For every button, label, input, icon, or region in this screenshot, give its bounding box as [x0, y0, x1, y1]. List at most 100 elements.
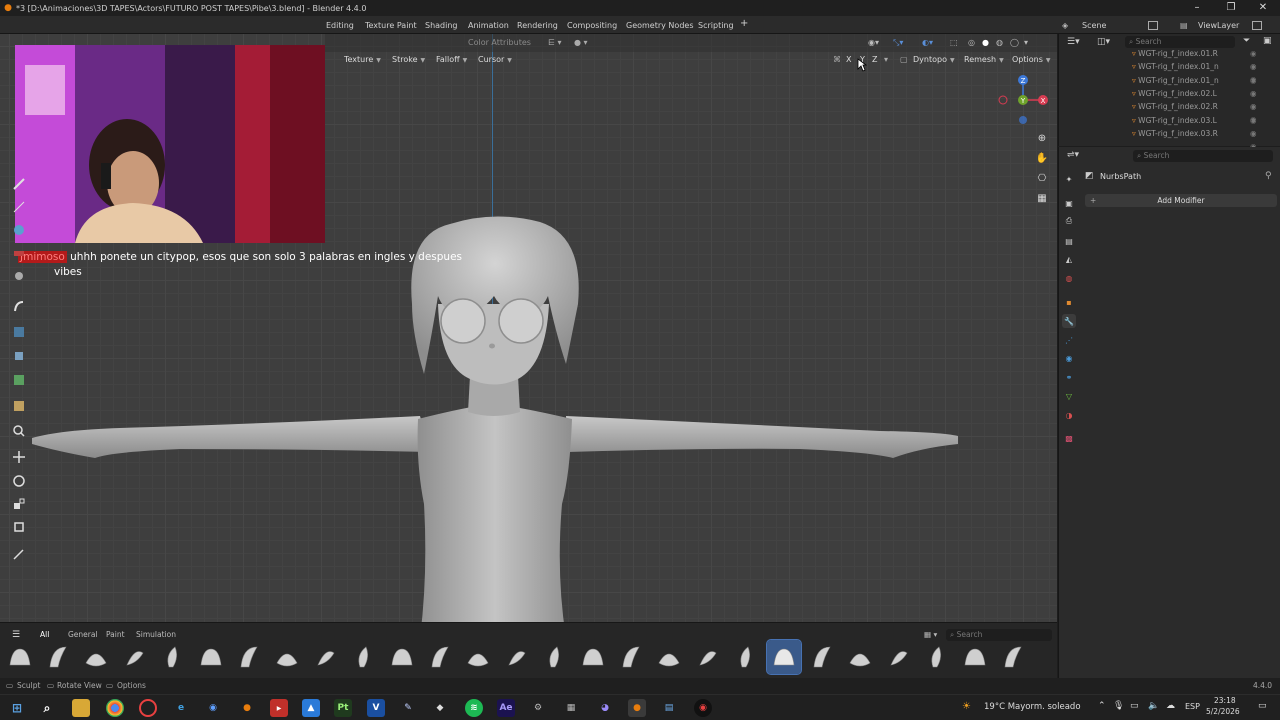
tool-draw-icon[interactable]: [8, 174, 30, 194]
brush-thumbnail[interactable]: [232, 640, 266, 674]
file-explorer-icon[interactable]: [72, 699, 90, 717]
prop-tab-physics-icon[interactable]: ◉: [1062, 351, 1076, 365]
prop-tab-world-icon[interactable]: ◍: [1062, 271, 1076, 285]
new-viewlayer-icon[interactable]: [1252, 21, 1262, 30]
brush-thumbnail[interactable]: [805, 640, 839, 674]
tab-editing[interactable]: Editing: [326, 19, 354, 32]
brush-thumbnail[interactable]: [538, 640, 572, 674]
outliner-display-mode-icon[interactable]: ◫▾: [1097, 37, 1110, 47]
brush-thumbnail[interactable]: [385, 640, 419, 674]
brush-thumbnail[interactable]: [766, 639, 802, 675]
tool-clay-icon[interactable]: [8, 220, 30, 240]
steam-icon[interactable]: ⚙: [529, 699, 547, 717]
close-button[interactable]: ✕: [1246, 0, 1280, 16]
add-modifier-button[interactable]: + Add Modifier: [1085, 194, 1277, 207]
onedrive-icon[interactable]: ☁: [1166, 701, 1175, 711]
tool-transform-icon[interactable]: [8, 517, 30, 537]
prop-tab-material-icon[interactable]: ◑: [1062, 408, 1076, 422]
outliner-editor-type-icon[interactable]: ☰▾: [1067, 37, 1080, 47]
tab-geometry-nodes[interactable]: Geometry Nodes: [626, 19, 693, 32]
clock-time[interactable]: 23:18: [1214, 696, 1236, 705]
chrome-icon[interactable]: [106, 699, 124, 717]
language-indicator[interactable]: ESP: [1185, 702, 1200, 711]
tool-inflate-icon[interactable]: [8, 266, 30, 286]
tool-search-icon[interactable]: [8, 421, 30, 441]
brush-thumbnail[interactable]: [614, 640, 648, 674]
brush-thumbnail[interactable]: [270, 640, 304, 674]
zoom-icon[interactable]: ⊕: [1034, 130, 1050, 146]
tool-draw-sharp-icon[interactable]: [8, 197, 30, 217]
brush-thumbnail[interactable]: [347, 640, 381, 674]
prop-tab-view-layer-icon[interactable]: ▤: [1062, 234, 1076, 248]
prop-tab-particles-icon[interactable]: ⋰: [1062, 333, 1076, 347]
brush-thumbnail[interactable]: [41, 640, 75, 674]
ortho-grid-icon[interactable]: ▦: [1034, 190, 1050, 206]
brush-thumbnail[interactable]: [309, 640, 343, 674]
vegas-icon[interactable]: V: [367, 699, 385, 717]
outliner-filter-icon[interactable]: ⏷: [1243, 36, 1250, 46]
brush-thumbnail[interactable]: [882, 640, 916, 674]
outliner-row[interactable]: ▿ WGT-rig_f_index.01_n ◉ ◉: [1132, 60, 1257, 84]
viewlayer-selector[interactable]: ViewLayer: [1198, 19, 1239, 32]
prop-tab-tool-icon[interactable]: ✦: [1062, 172, 1076, 186]
brush-thumbnail[interactable]: [423, 640, 457, 674]
tool-move-icon[interactable]: [8, 447, 30, 467]
prop-tab-modifier-icon[interactable]: 🔧: [1062, 314, 1076, 328]
notepad-icon[interactable]: ▤: [660, 699, 678, 717]
firefox-icon[interactable]: ◉: [204, 699, 222, 717]
prop-tab-texture-icon[interactable]: ▩: [1062, 431, 1076, 445]
prop-tab-data-icon[interactable]: ▽: [1062, 389, 1076, 403]
notifications-icon[interactable]: ▭: [1258, 701, 1267, 711]
prop-tab-scene-icon[interactable]: ◭: [1062, 252, 1076, 266]
brush-thumbnail[interactable]: [843, 640, 877, 674]
prop-tab-constraints-icon[interactable]: ⚭: [1062, 370, 1076, 384]
obs-icon[interactable]: ◉: [694, 699, 712, 717]
krita-icon[interactable]: ✎: [399, 699, 417, 717]
painter-icon[interactable]: Pt: [334, 699, 352, 717]
brush-thumbnail[interactable]: [576, 640, 610, 674]
tab-shading[interactable]: Shading: [425, 19, 458, 32]
outliner-row[interactable]: ▿ WGT-rig_f_index.02.L ◉ ◉: [1132, 87, 1257, 111]
new-scene-icon[interactable]: [1148, 21, 1158, 30]
camera-view-icon[interactable]: ⎔: [1034, 170, 1050, 186]
brush-thumbnail[interactable]: [500, 640, 534, 674]
add-workspace-button[interactable]: +: [740, 17, 748, 30]
tool-mask-icon[interactable]: [8, 322, 30, 342]
tool-scale-icon[interactable]: [8, 494, 30, 514]
tool-mesh-filter-icon[interactable]: [8, 396, 30, 416]
taskbar-search-icon[interactable]: ⌕: [38, 699, 56, 717]
brush-thumbnail[interactable]: [79, 640, 113, 674]
brush-thumbnail[interactable]: [118, 640, 152, 674]
blender-taskbar-icon[interactable]: ●: [238, 699, 256, 717]
properties-search-input[interactable]: ⌕ Search: [1133, 150, 1273, 162]
clock-date[interactable]: 5/2/2026: [1206, 707, 1240, 716]
brush-thumbnail[interactable]: [920, 640, 954, 674]
brush-thumbnail[interactable]: [958, 640, 992, 674]
volume-icon[interactable]: 🔈: [1148, 701, 1159, 711]
network-icon[interactable]: ▭: [1130, 701, 1139, 711]
minimize-button[interactable]: –: [1180, 0, 1214, 16]
tab-compositing[interactable]: Compositing: [567, 19, 617, 32]
scene-selector[interactable]: Scene: [1082, 19, 1106, 32]
tool-annotate-icon[interactable]: [8, 544, 30, 564]
after-effects-icon[interactable]: Ae: [497, 699, 515, 717]
blender-active-icon[interactable]: ●: [628, 699, 646, 717]
tool-snake-hook-icon[interactable]: [8, 296, 30, 316]
spotify-icon[interactable]: ≋: [465, 699, 483, 717]
tab-texture-paint[interactable]: Texture Paint: [365, 19, 417, 32]
discord-icon[interactable]: ◕: [596, 699, 614, 717]
properties-editor-type-icon[interactable]: ⇌▾: [1067, 150, 1079, 160]
tool-box-mask-icon[interactable]: [8, 346, 30, 366]
prop-tab-output-icon[interactable]: ⎙: [1062, 214, 1076, 228]
calculator-icon[interactable]: ▦: [562, 699, 580, 717]
brush-thumbnail[interactable]: [691, 640, 725, 674]
video-app-icon[interactable]: ▶: [270, 699, 288, 717]
microphone-icon[interactable]: 🎙: [1113, 701, 1124, 711]
outliner-new-collection-icon[interactable]: ▣: [1263, 36, 1272, 46]
pan-hand-icon[interactable]: ✋: [1034, 150, 1050, 166]
outliner-row[interactable]: ▿ WGT-rig_f_index.03.R◉ ◉: [1132, 127, 1257, 151]
brush-thumbnail[interactable]: [461, 640, 495, 674]
tray-chevron-icon[interactable]: ⌃: [1098, 701, 1106, 711]
brush-thumbnail[interactable]: [996, 640, 1030, 674]
tab-animation[interactable]: Animation: [468, 19, 509, 32]
